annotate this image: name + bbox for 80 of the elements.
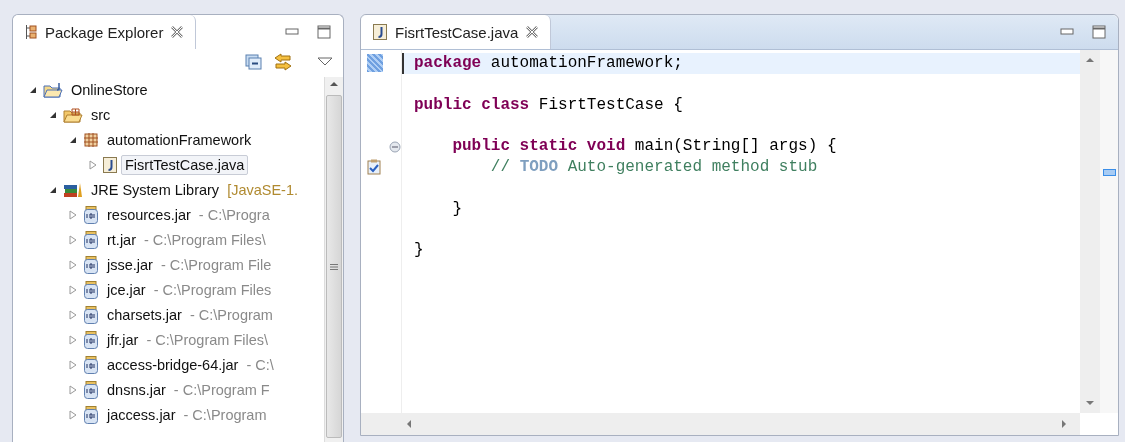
jar-icon <box>83 205 99 224</box>
tree-item-detail: - C:\Program F <box>173 381 270 398</box>
collapsed-arrow-icon[interactable] <box>69 209 77 220</box>
close-icon[interactable] <box>171 26 184 38</box>
collapsed-arrow-icon[interactable] <box>69 409 77 420</box>
jar-icon <box>83 305 99 324</box>
task-ruler-mark[interactable] <box>1103 169 1116 177</box>
tree-item[interactable]: charsets.jar <box>103 304 186 325</box>
tree-item[interactable]: jfr.jar <box>103 329 143 350</box>
collapsed-arrow-icon[interactable] <box>69 309 77 320</box>
scroll-down-icon[interactable] <box>1085 399 1095 407</box>
jar-icon <box>83 330 99 349</box>
scroll-right-icon[interactable] <box>1060 419 1068 429</box>
code-line: public class FisrtTestCase { <box>413 94 684 116</box>
code-line: public static void main(String[] args) { <box>451 136 838 157</box>
tree-item[interactable]: FisrtTestCase.java <box>121 154 249 175</box>
minimize-icon[interactable] <box>1060 28 1074 36</box>
tree-item[interactable]: resources.jar <box>103 204 195 225</box>
project-folder-icon <box>43 81 63 98</box>
expanded-arrow-icon[interactable] <box>29 85 37 94</box>
tree-item[interactable]: src <box>87 104 115 125</box>
maximize-icon[interactable] <box>1092 25 1106 39</box>
collapsed-arrow-icon[interactable] <box>69 259 77 270</box>
collapse-icon[interactable] <box>389 140 401 153</box>
tree-item-detail: [JavaSE-1. <box>227 181 299 198</box>
collapsed-arrow-icon[interactable] <box>69 359 77 370</box>
tree-item[interactable]: dnsns.jar <box>103 379 170 400</box>
tree-item-detail: - C:\Program <box>189 306 273 323</box>
code-line: } <box>451 198 463 220</box>
package-explorer-icon <box>25 24 37 40</box>
close-icon[interactable] <box>526 26 539 38</box>
jar-icon <box>83 230 99 249</box>
collapsed-arrow-icon[interactable] <box>89 159 97 170</box>
package-explorer-tab[interactable]: Package Explorer <box>13 15 197 49</box>
jar-icon <box>83 280 99 299</box>
view-menu-icon[interactable] <box>317 57 333 67</box>
tree-item[interactable]: jce.jar <box>103 279 150 300</box>
tree-item[interactable]: jaccess.jar <box>103 404 180 425</box>
editor-tab[interactable]: FisrtTestCase.java <box>361 15 552 49</box>
java-file-icon <box>103 156 117 173</box>
expanded-arrow-icon[interactable] <box>69 135 77 144</box>
tree-item-detail: - C:\Progra <box>198 206 270 223</box>
collapsed-arrow-icon[interactable] <box>69 384 77 395</box>
grip-icon <box>330 262 338 271</box>
tree-item[interactable]: OnlineStore <box>67 79 152 100</box>
task-icon <box>367 159 381 176</box>
tree-item-detail: - C:\Program <box>183 406 267 423</box>
scroll-left-icon[interactable] <box>405 419 413 429</box>
jar-icon <box>83 405 99 424</box>
tree-item-detail: - C:\Program Files\ <box>144 231 266 248</box>
scrollbar[interactable] <box>1080 50 1100 413</box>
collapsed-arrow-icon[interactable] <box>69 234 77 245</box>
expanded-arrow-icon[interactable] <box>49 110 57 119</box>
link-arrows-icon[interactable] <box>273 53 293 71</box>
jar-icon <box>83 255 99 274</box>
minimize-icon[interactable] <box>285 28 299 36</box>
package-icon <box>83 131 99 148</box>
tree-item[interactable]: access-bridge-64.jar <box>103 354 243 375</box>
scrollbar[interactable] <box>324 77 343 442</box>
code-line: // TODO Auto-generated method stub <box>489 157 819 178</box>
tree-item-detail: - C:\Program File <box>160 256 272 273</box>
scroll-up-icon[interactable] <box>1085 56 1095 64</box>
collapsed-arrow-icon[interactable] <box>69 334 77 345</box>
java-file-icon <box>373 24 387 40</box>
tree-item[interactable]: jsse.jar <box>103 254 157 275</box>
collapsed-arrow-icon[interactable] <box>69 284 77 295</box>
jar-icon <box>83 380 99 399</box>
scrollbar[interactable] <box>361 413 1080 435</box>
tree-item[interactable]: rt.jar <box>103 229 140 250</box>
tree-item[interactable]: automationFramework <box>103 129 256 150</box>
maximize-icon[interactable] <box>317 25 331 39</box>
tree-item-detail: - C:\Program Files\ <box>146 331 269 348</box>
jar-icon <box>83 355 99 374</box>
source-folder-icon <box>63 106 83 123</box>
tree-item-detail: - C:\Program Files <box>153 281 272 298</box>
expanded-arrow-icon[interactable] <box>49 185 57 194</box>
tree-item[interactable]: JRE System Library <box>87 179 224 200</box>
tree-item-detail: - C:\ <box>246 356 274 373</box>
code-line: } <box>413 240 425 261</box>
collapse-all-icon[interactable] <box>245 54 263 70</box>
